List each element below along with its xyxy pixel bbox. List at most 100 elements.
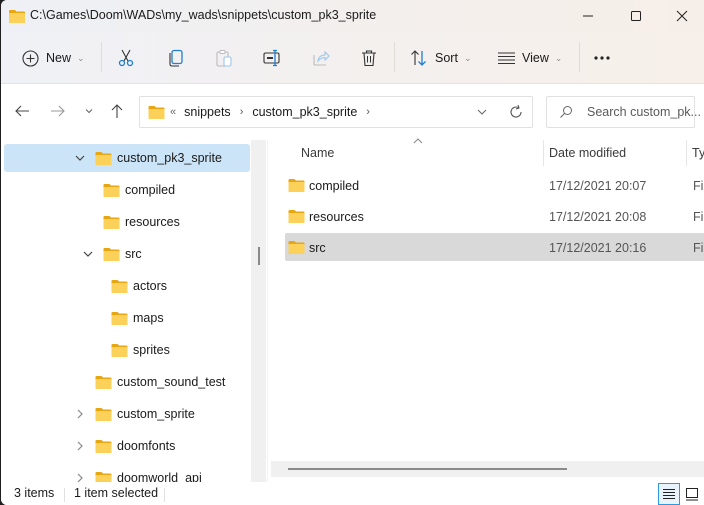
file-row[interactable]: compiled 17/12/2021 20:07 Fil: [285, 171, 704, 199]
breadcrumb-item[interactable]: snippets: [184, 105, 231, 119]
recent-locations-button[interactable]: [77, 99, 101, 123]
minimize-button[interactable]: [565, 0, 611, 32]
chevron-right-icon[interactable]: [74, 472, 86, 482]
folder-icon: [103, 216, 120, 229]
tree-item-compiled[interactable]: compiled: [4, 176, 250, 204]
up-button[interactable]: [105, 99, 129, 123]
file-row[interactable]: resources 17/12/2021 20:08 Fil: [285, 202, 704, 230]
address-dropdown-button[interactable]: [476, 105, 488, 122]
tree-item-custom-sprite[interactable]: custom_sprite: [4, 400, 250, 428]
chevron-right-icon[interactable]: [74, 440, 86, 452]
scissors-icon: [118, 49, 134, 67]
refresh-button[interactable]: [508, 104, 524, 123]
folder-icon: [95, 472, 112, 482]
file-date: 17/12/2021 20:16: [549, 241, 647, 255]
selection-count: 1 item selected: [74, 486, 159, 500]
breadcrumb-separator-icon[interactable]: ›: [240, 106, 244, 118]
forward-button[interactable]: [46, 99, 70, 123]
rename-icon: [263, 49, 280, 67]
paste-icon: [216, 50, 232, 67]
tree-item-custom-sound-test[interactable]: custom_sound_test: [4, 368, 250, 396]
file-list-scrollbar-thumb[interactable]: [288, 468, 567, 470]
view-label: View: [522, 51, 549, 65]
column-header-date-modified[interactable]: Date modified: [549, 146, 626, 160]
close-icon: [676, 10, 688, 22]
tree-item-src[interactable]: src: [4, 240, 250, 268]
file-row[interactable]: src 17/12/2021 20:16 Fil: [285, 233, 704, 261]
refresh-icon: [510, 104, 522, 118]
breadcrumb-separator-icon[interactable]: ›: [366, 106, 370, 118]
tree-item-doomworld-api[interactable]: doomworld_api: [4, 464, 250, 482]
chevron-down-icon[interactable]: [74, 152, 86, 164]
sort-icon: [411, 50, 426, 66]
view-button[interactable]: View ⌄: [498, 41, 562, 75]
file-name: compiled: [309, 179, 360, 193]
paste-button[interactable]: [215, 41, 233, 75]
pane-splitter[interactable]: [267, 140, 268, 482]
folder-icon: [288, 241, 305, 254]
file-date: 17/12/2021 20:07: [549, 179, 647, 193]
search-input[interactable]: Search custom_pk...: [546, 96, 701, 128]
search-icon: [559, 105, 573, 122]
arrow-right-icon: [51, 105, 65, 117]
folder-icon: [103, 184, 120, 197]
trash-icon: [362, 50, 376, 67]
address-row: « snippets › custom_pk3_sprite › Search …: [1, 85, 704, 135]
folder-icon: [148, 105, 165, 122]
details-view-icon: [663, 489, 675, 499]
arrow-left-icon: [15, 105, 29, 117]
file-list: Name Date modified Ty compiled 17/12/202…: [271, 135, 704, 482]
tree-item-custom-pk3-sprite[interactable]: custom_pk3_sprite: [4, 144, 250, 172]
nav-pane-scrollbar[interactable]: [251, 140, 266, 482]
share-button[interactable]: [312, 41, 330, 75]
tree-item-label: sprites: [133, 343, 170, 357]
tree-item-sprites[interactable]: sprites: [4, 336, 250, 364]
status-divider: [64, 488, 65, 502]
folder-icon: [111, 312, 128, 325]
cut-button[interactable]: [117, 41, 135, 75]
tree-item-resources[interactable]: resources: [4, 208, 250, 236]
chevron-down-icon: [477, 109, 487, 115]
tree-item-doomfonts[interactable]: doomfonts: [4, 432, 250, 460]
file-type: Fil: [693, 179, 704, 193]
more-options-button[interactable]: [593, 41, 611, 75]
sort-button[interactable]: Sort ⌄: [410, 41, 471, 75]
folder-icon: [288, 179, 305, 192]
folder-icon: [111, 344, 128, 357]
minimize-icon: [583, 15, 593, 17]
copy-icon: [169, 49, 183, 67]
delete-button[interactable]: [360, 41, 378, 75]
tree-item-label: resources: [125, 215, 180, 229]
tree-item-maps[interactable]: maps: [4, 304, 250, 332]
column-header-type[interactable]: Ty: [692, 146, 704, 160]
new-button[interactable]: New ⌄: [22, 41, 85, 75]
back-button[interactable]: [10, 99, 34, 123]
breadcrumb-overflow[interactable]: «: [170, 106, 176, 118]
chevron-right-icon[interactable]: [74, 408, 86, 420]
column-divider[interactable]: [543, 140, 544, 166]
tree-item-actors[interactable]: actors: [4, 272, 250, 300]
address-bar[interactable]: « snippets › custom_pk3_sprite ›: [139, 96, 533, 128]
tree-item-label: actors: [133, 279, 168, 293]
maximize-button[interactable]: [613, 0, 659, 32]
status-divider: [164, 488, 165, 502]
rename-button[interactable]: [263, 41, 281, 75]
nav-pane-scrollbar-thumb[interactable]: [258, 247, 260, 265]
chevron-down-icon: ⌄: [77, 52, 85, 63]
plus-circle-icon: [22, 49, 39, 67]
sort-ascending-icon: [413, 138, 423, 144]
column-divider[interactable]: [686, 140, 687, 166]
chevron-down-icon[interactable]: [82, 248, 94, 260]
file-name: resources: [309, 210, 364, 224]
details-view-button[interactable]: [658, 483, 680, 505]
tree-item-label: compiled: [125, 183, 176, 197]
view-lines-icon: [498, 52, 515, 64]
column-header-name[interactable]: Name: [301, 146, 334, 160]
chevron-down-icon: ⌄: [463, 52, 472, 63]
toolbar-divider: [101, 42, 102, 72]
breadcrumb: « snippets › custom_pk3_sprite ›: [170, 105, 379, 119]
close-button[interactable]: [659, 0, 704, 32]
breadcrumb-item[interactable]: custom_pk3_sprite: [252, 105, 357, 119]
copy-button[interactable]: [167, 41, 185, 75]
tiles-view-button[interactable]: [681, 483, 703, 505]
